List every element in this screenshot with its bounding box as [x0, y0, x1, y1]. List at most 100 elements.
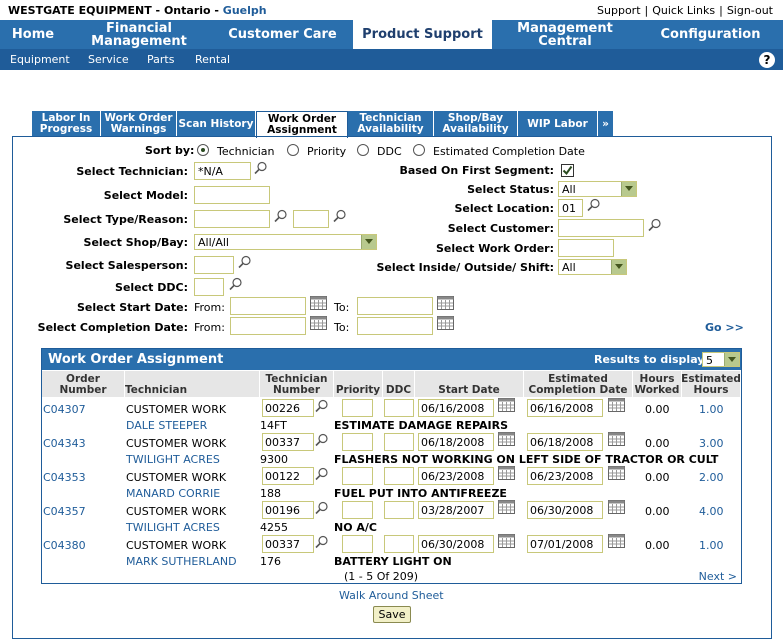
calendar-icon[interactable]: [310, 296, 327, 310]
sort-ddc-radio[interactable]: [357, 144, 369, 156]
tab-more-arrow[interactable]: »: [598, 111, 614, 137]
calendar-icon[interactable]: [608, 534, 625, 551]
est-completion-input[interactable]: 06/30/2008: [527, 501, 603, 519]
customer-name-link[interactable]: TWILIGHT ACRES: [126, 521, 220, 534]
customer-name-link[interactable]: MANARD CORRIE: [126, 487, 220, 500]
sign-out-link[interactable]: Sign-out: [727, 4, 773, 17]
calendar-icon[interactable]: [437, 316, 454, 330]
nav-product-support[interactable]: Product Support: [353, 20, 492, 49]
ddc-input[interactable]: [384, 501, 414, 519]
tech-search-icon[interactable]: [315, 535, 329, 552]
priority-input[interactable]: [342, 501, 373, 519]
help-icon[interactable]: ?: [759, 52, 775, 68]
work-order-input[interactable]: [558, 239, 614, 257]
ddc-input[interactable]: [384, 467, 414, 485]
reason-input[interactable]: [293, 210, 329, 228]
calendar-icon[interactable]: [437, 296, 454, 310]
support-link[interactable]: Support: [597, 4, 640, 17]
tech-number-input[interactable]: 00122: [262, 467, 314, 485]
order-number-link[interactable]: C04307: [43, 403, 86, 416]
nav-home[interactable]: Home: [0, 20, 66, 49]
tech-search-icon[interactable]: [315, 433, 329, 450]
status-select[interactable]: All: [558, 181, 637, 197]
tab-shop-bay-availability[interactable]: Shop/Bay Availability: [434, 111, 518, 137]
results-to-display-select[interactable]: 5: [702, 352, 740, 367]
subnav-rental[interactable]: Rental: [195, 53, 230, 66]
calendar-icon[interactable]: [498, 398, 515, 415]
ddc-input[interactable]: [384, 399, 414, 417]
calendar-icon[interactable]: [608, 432, 625, 449]
sort-est-completion-radio[interactable]: [413, 144, 425, 156]
order-number-link[interactable]: C04343: [43, 437, 86, 450]
completion-to-input[interactable]: [357, 317, 433, 335]
estimated-hours-link[interactable]: 1.00: [699, 539, 724, 552]
next-page-link[interactable]: Next >: [699, 570, 737, 583]
type-input[interactable]: [194, 210, 270, 228]
tab-labor-in-progress[interactable]: Labor In Progress: [32, 111, 101, 137]
tab-work-order-warnings[interactable]: Work Order Warnings: [101, 111, 177, 137]
tech-number-input[interactable]: 00226: [262, 399, 314, 417]
sort-technician-radio[interactable]: [197, 144, 209, 156]
nav-financial-management[interactable]: Financial Management: [66, 20, 212, 49]
estimated-hours-link[interactable]: 4.00: [699, 505, 724, 518]
go-button[interactable]: Go >>: [705, 321, 744, 334]
nav-management-central[interactable]: Management Central: [492, 20, 638, 49]
calendar-icon[interactable]: [498, 500, 515, 517]
tech-search-icon[interactable]: [315, 399, 329, 416]
priority-input[interactable]: [342, 535, 373, 553]
calendar-icon[interactable]: [608, 466, 625, 483]
sort-priority-radio[interactable]: [287, 144, 299, 156]
salesperson-search-icon[interactable]: [238, 255, 252, 269]
calendar-icon[interactable]: [310, 316, 327, 330]
customer-input[interactable]: [558, 219, 644, 237]
model-input[interactable]: [194, 186, 270, 204]
order-number-link[interactable]: C04353: [43, 471, 86, 484]
inside-outside-select[interactable]: All: [558, 259, 627, 275]
priority-input[interactable]: [342, 433, 373, 451]
ddc-input[interactable]: [384, 433, 414, 451]
start-date-input[interactable]: 06/16/2008: [418, 399, 494, 417]
tab-wip-labor[interactable]: WIP Labor: [518, 111, 598, 137]
customer-name-link[interactable]: DALE STEEPER: [126, 419, 207, 432]
priority-input[interactable]: [342, 467, 373, 485]
customer-name-link[interactable]: MARK SUTHERLAND: [126, 555, 237, 568]
est-completion-input[interactable]: 06/23/2008: [527, 467, 603, 485]
subnav-equipment[interactable]: Equipment: [10, 53, 70, 66]
ddc-input[interactable]: [194, 278, 224, 296]
save-button[interactable]: Save: [373, 606, 411, 623]
start-to-input[interactable]: [357, 297, 433, 315]
tab-technician-availability[interactable]: Technician Availability: [348, 111, 434, 137]
shop-bay-select[interactable]: All/All: [194, 234, 377, 250]
calendar-icon[interactable]: [498, 466, 515, 483]
estimated-hours-link[interactable]: 1.00: [699, 403, 724, 416]
completion-from-input[interactable]: [230, 317, 306, 335]
location-search-icon[interactable]: [587, 198, 601, 212]
subnav-parts[interactable]: Parts: [147, 53, 174, 66]
location-input[interactable]: 01: [558, 199, 583, 217]
salesperson-input[interactable]: [194, 256, 234, 274]
tech-number-input[interactable]: 00337: [262, 433, 314, 451]
walk-around-sheet-link[interactable]: Walk Around Sheet: [339, 589, 444, 602]
tech-number-input[interactable]: 00337: [262, 535, 314, 553]
technician-input[interactable]: *N/A: [194, 162, 251, 180]
customer-name-link[interactable]: TWILIGHT ACRES: [126, 453, 220, 466]
ddc-input[interactable]: [384, 535, 414, 553]
estimated-hours-link[interactable]: 2.00: [699, 471, 724, 484]
quick-links-link[interactable]: Quick Links: [652, 4, 715, 17]
customer-search-icon[interactable]: [648, 218, 662, 232]
tab-work-order-assignment[interactable]: Work Order Assignment: [256, 111, 348, 138]
reason-search-icon[interactable]: [333, 209, 347, 223]
type-search-icon[interactable]: [274, 209, 288, 223]
ddc-search-icon[interactable]: [229, 277, 243, 291]
calendar-icon[interactable]: [608, 398, 625, 415]
start-from-input[interactable]: [230, 297, 306, 315]
est-completion-input[interactable]: 07/01/2008: [527, 535, 603, 553]
order-number-link[interactable]: C04357: [43, 505, 86, 518]
technician-search-icon[interactable]: [254, 161, 268, 175]
calendar-icon[interactable]: [608, 500, 625, 517]
nav-configuration[interactable]: Configuration: [638, 20, 783, 49]
tech-search-icon[interactable]: [315, 467, 329, 484]
first-segment-checkbox[interactable]: [561, 164, 574, 177]
start-date-input[interactable]: 06/30/2008: [418, 535, 494, 553]
priority-input[interactable]: [342, 399, 373, 417]
